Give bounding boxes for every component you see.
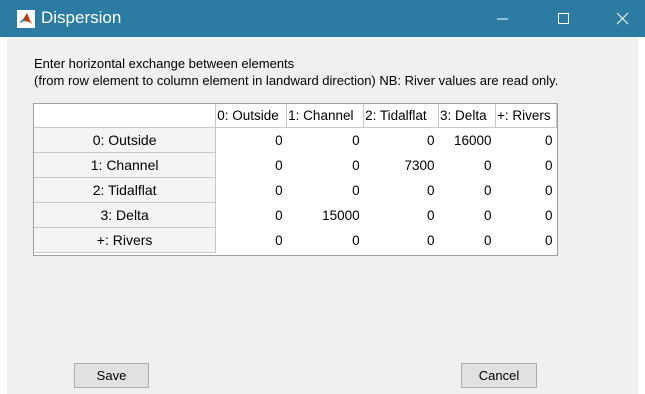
table-row: 1: Channel 0 0 7300 0 0	[34, 152, 557, 178]
minimize-icon	[497, 18, 508, 20]
dispersion-table: 0: Outside 1: Channel 2: Tidalflat 3: De…	[33, 103, 558, 256]
table-cell: 0	[495, 177, 557, 203]
column-header: 1: Channel	[286, 104, 365, 128]
table-cell: 0	[438, 227, 496, 253]
maximize-icon	[558, 13, 569, 24]
table-row: 3: Delta 0 15000 0 0 0	[34, 202, 557, 228]
table-cell[interactable]: 0	[438, 202, 496, 228]
table-row: 2: Tidalflat 0 0 0 0 0	[34, 177, 557, 203]
instructions-line-2: (from row element to column element in l…	[34, 73, 559, 88]
maximize-button[interactable]	[541, 0, 587, 37]
table-cell[interactable]: 0	[363, 127, 439, 153]
row-header: 1: Channel	[34, 152, 217, 178]
matlab-icon	[17, 10, 35, 28]
dispersion-window: Dispersion Enter horizontal exchange bet…	[0, 0, 645, 394]
table-cell: 0	[286, 227, 364, 253]
row-header: 0: Outside	[34, 127, 217, 153]
table-cell[interactable]: 0	[215, 177, 287, 203]
save-button[interactable]: Save	[74, 363, 149, 388]
instructions-line-1: Enter horizontal exchange between elemen…	[34, 56, 295, 71]
table-header-row: 0: Outside 1: Channel 2: Tidalflat 3: De…	[34, 104, 557, 128]
table-corner	[34, 104, 217, 128]
table-row: +: Rivers 0 0 0 0 0	[34, 227, 557, 253]
table-cell[interactable]: 0	[363, 202, 439, 228]
column-header: 0: Outside	[215, 104, 288, 128]
table-cell[interactable]: 0	[286, 127, 364, 153]
row-header: 3: Delta	[34, 202, 217, 228]
close-button[interactable]	[600, 0, 645, 37]
table-cell[interactable]: 0	[286, 177, 364, 203]
table-row: 0: Outside 0 0 0 16000 0	[34, 127, 557, 153]
column-header: 3: Delta	[438, 104, 496, 128]
table-cell: 0	[495, 127, 557, 153]
window-title: Dispersion	[41, 8, 122, 27]
table-cell: 0	[363, 227, 439, 253]
table-cell[interactable]: 16000	[438, 127, 496, 153]
instructions-text: Enter horizontal exchange between elemen…	[34, 55, 558, 89]
row-header: +: Rivers	[34, 227, 217, 253]
table-cell[interactable]: 15000	[286, 202, 364, 228]
table-grid: 0: Outside 1: Channel 2: Tidalflat 3: De…	[34, 104, 557, 253]
table-cell: 0	[495, 227, 557, 253]
table-cell: 0	[495, 202, 557, 228]
column-header: 2: Tidalflat	[363, 104, 440, 128]
title-bar[interactable]: Dispersion	[0, 0, 645, 37]
cancel-button[interactable]: Cancel	[461, 363, 537, 388]
table-cell: 0	[215, 227, 287, 253]
table-cell[interactable]: 0	[215, 152, 287, 178]
table-cell[interactable]: 0	[215, 127, 287, 153]
table-cell[interactable]: 0	[438, 152, 496, 178]
table-cell[interactable]: 0	[438, 177, 496, 203]
close-icon	[617, 13, 629, 25]
column-header: +: Rivers	[495, 104, 557, 128]
table-cell[interactable]: 7300	[363, 152, 439, 178]
row-header: 2: Tidalflat	[34, 177, 217, 203]
minimize-button[interactable]	[480, 0, 526, 37]
table-cell[interactable]: 0	[363, 177, 439, 203]
table-cell[interactable]: 0	[215, 202, 287, 228]
table-cell: 0	[495, 152, 557, 178]
table-cell[interactable]: 0	[286, 152, 364, 178]
